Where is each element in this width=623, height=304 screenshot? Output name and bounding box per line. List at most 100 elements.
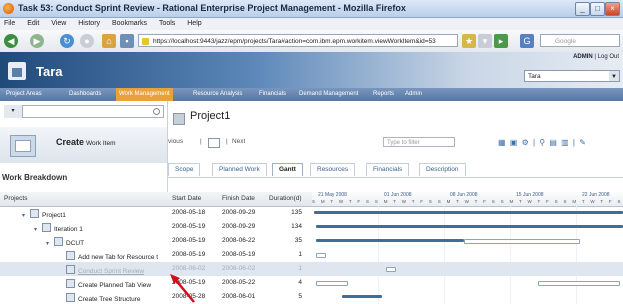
col-projects[interactable]: Projects — [4, 195, 27, 202]
nav-financials[interactable]: Financials — [256, 88, 289, 101]
expand-toggle-icon[interactable]: ▾ — [22, 212, 28, 219]
gantt-bar[interactable] — [342, 295, 382, 298]
row-name-cell[interactable]: Create Planned Tab View — [58, 279, 151, 289]
tab-financials[interactable]: Financials — [366, 163, 410, 176]
site-icon: ▪ — [120, 34, 134, 48]
dropdown-icon[interactable]: ▾ — [478, 34, 492, 48]
table-row[interactable]: ▾ DCUT 2008-05-19 2008-06-22 35 — [0, 234, 623, 248]
tab-resources[interactable]: Resources — [310, 163, 356, 176]
gantt-bar[interactable] — [316, 225, 623, 228]
nav-work-management[interactable]: Work Management — [116, 88, 173, 101]
col-finish-date[interactable]: Finish Date — [222, 195, 255, 202]
gantt-bar[interactable] — [386, 267, 396, 272]
task-icon — [66, 279, 75, 288]
gantt-bar[interactable] — [316, 239, 464, 242]
nav-demand-management[interactable]: Demand Management — [296, 88, 361, 101]
back-icon[interactable]: ◀ — [4, 34, 18, 48]
bookmark-star-icon[interactable]: ★ — [462, 34, 476, 48]
window-title-bar: Task 53: Conduct Sprint Review - Rationa… — [0, 0, 623, 18]
stop-icon[interactable]: ● — [80, 34, 94, 48]
filter-input[interactable]: Type to filter — [383, 137, 455, 147]
chevron-down-icon: ▼ — [609, 71, 619, 81]
col-duration[interactable]: Duration(d) — [269, 195, 302, 202]
start-date-cell: 2008-05-19 — [172, 223, 206, 230]
nav-project-areas[interactable]: Project Areas — [3, 88, 45, 101]
reload-icon[interactable]: ↻ — [60, 34, 74, 48]
duration-cell: 134 — [291, 223, 302, 230]
search-engine-icon[interactable]: G — [520, 34, 534, 48]
work-breakdown-grid: Projects Start Date Finish Date Duration… — [0, 192, 623, 304]
gantt-bar[interactable] — [314, 211, 623, 214]
app-name: Tara — [36, 64, 63, 79]
expand-toggle-icon[interactable]: ▾ — [34, 226, 40, 233]
table-row[interactable]: ▾ Project1 2008-05-18 2008-09-29 135 — [0, 206, 623, 220]
menu-view[interactable]: View — [51, 18, 66, 30]
project-select[interactable]: Tara ▼ — [524, 70, 620, 82]
tab-gantt[interactable]: Gantt — [272, 163, 303, 176]
row-name-cell[interactable]: Add new Tab for Resource t — [58, 251, 158, 261]
row-name-cell[interactable]: ▾ Project1 — [22, 209, 66, 219]
duration-cell: 135 — [291, 209, 302, 216]
tab-description[interactable]: Description — [419, 163, 466, 176]
next-link[interactable]: Next — [232, 138, 245, 145]
menu-help[interactable]: Help — [187, 18, 201, 30]
duration-cell: 1 — [298, 251, 302, 258]
logout-link[interactable]: Log Out — [598, 54, 619, 60]
project-icon — [173, 113, 185, 125]
left-search-input[interactable]: ▾ — [4, 105, 164, 118]
table-row[interactable]: Add new Tab for Resource t 2008-05-19 2008… — [0, 248, 623, 262]
menu-edit[interactable]: Edit — [27, 18, 39, 30]
create-label-wrap: Create Work Item — [56, 137, 116, 147]
nav-admin[interactable]: Admin — [402, 88, 425, 101]
row-name-cell[interactable]: ▾ Iteration 1 — [34, 223, 83, 233]
table-row[interactable]: ▾ Iteration 1 2008-05-19 2008-09-29 134 — [0, 220, 623, 234]
search-input[interactable]: Google — [540, 34, 620, 47]
tab-planned-work[interactable]: Planned Work — [212, 163, 267, 176]
tab-scope[interactable]: Scope — [168, 163, 201, 176]
row-name-cell[interactable]: ▾ DCUT — [46, 237, 84, 247]
menu-file[interactable]: File — [4, 18, 15, 30]
duration-cell: 5 — [298, 293, 302, 300]
url-input[interactable]: https://localhost:9443/jazz/epm/projects… — [138, 34, 458, 47]
view-toolbar-icons[interactable]: ▦ ▣ ⚙ | ⚲ ▤ ▥ | ✎ — [498, 138, 587, 147]
gantt-bar[interactable] — [464, 239, 580, 244]
calendar-icon[interactable] — [208, 138, 220, 148]
col-start-date[interactable]: Start Date — [172, 195, 201, 202]
content-header: Project1 vious | | Next Type to filter ▦… — [168, 101, 623, 161]
row-name: DCUT — [66, 240, 85, 247]
maximize-button[interactable]: □ — [590, 2, 605, 16]
table-row[interactable]: Create Planned Tab View 2008-05-19 2008-05… — [0, 276, 623, 290]
expand-toggle-icon[interactable]: ▾ — [46, 240, 52, 247]
gantt-bar[interactable] — [538, 281, 620, 286]
forward-icon[interactable]: ▶ — [30, 34, 44, 48]
close-button[interactable]: × — [605, 2, 620, 16]
row-name-cell[interactable]: Conduct Sprint Review — [58, 265, 144, 275]
nav-dashboards[interactable]: Dashboards — [66, 88, 104, 101]
main-nav: Project Areas Dashboards Work Management… — [0, 88, 623, 101]
menu-bookmarks[interactable]: Bookmarks — [112, 18, 147, 30]
menu-history[interactable]: History — [78, 18, 100, 30]
table-row[interactable]: Create Tree Structure2008-05-282008-06-0… — [0, 290, 623, 304]
menu-tools[interactable]: Tools — [159, 18, 175, 30]
minimize-button[interactable]: _ — [575, 2, 590, 16]
search-scope-icon[interactable]: ▾ — [4, 105, 23, 118]
home-icon[interactable]: ⌂ — [102, 34, 116, 48]
row-name: Create Tree Structure — [78, 296, 141, 303]
create-work-item-button[interactable]: Create Work Item — [0, 127, 167, 163]
row-name: Project1 — [42, 212, 66, 219]
week-label: 15 Jun 2008 — [516, 192, 544, 198]
search-icon[interactable] — [153, 108, 160, 115]
go-icon[interactable]: ▸ — [494, 34, 508, 48]
table-row[interactable]: Conduct Sprint Review 2008-06-02 2008-06-0… — [0, 262, 623, 276]
gantt-bar[interactable] — [316, 281, 348, 286]
finish-date-cell: 2008-09-29 — [222, 223, 256, 230]
previous-link[interactable]: vious — [168, 138, 183, 145]
work-item-icon — [10, 135, 36, 157]
start-date-cell: 2008-05-19 — [172, 237, 206, 244]
duration-cell: 4 — [298, 279, 302, 286]
lock-icon — [142, 38, 149, 45]
nav-reports[interactable]: Reports — [370, 88, 397, 101]
nav-resource-analysis[interactable]: Resource Analysis — [190, 88, 245, 101]
gantt-bar[interactable] — [316, 253, 326, 258]
row-name-cell[interactable]: Create Tree Structure — [58, 293, 141, 303]
